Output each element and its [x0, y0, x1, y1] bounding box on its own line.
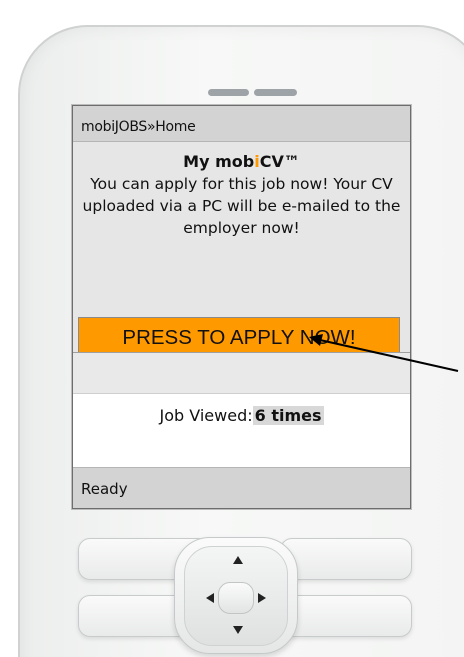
- status-text: Ready: [81, 480, 128, 498]
- arrow-right-icon[interactable]: [258, 593, 266, 603]
- mobicv-section: My mobiCV™ You can apply for this job no…: [73, 142, 410, 358]
- status-bar: Ready: [73, 467, 410, 508]
- job-viewed-counter: Job Viewed: 6 times: [73, 406, 410, 425]
- arrow-left-icon[interactable]: [206, 593, 214, 603]
- mobicv-title: My mobiCV™: [73, 152, 410, 171]
- soft-key-top-right[interactable]: [280, 538, 412, 580]
- arrow-up-icon[interactable]: [233, 556, 243, 564]
- mobicv-title-prefix: My mob: [183, 152, 255, 171]
- mobicv-title-suffix: CV™: [259, 152, 300, 171]
- navigation-pad[interactable]: [174, 537, 298, 654]
- soft-key-bottom-right[interactable]: [280, 595, 412, 637]
- apply-message: You can apply for this job now! Your CV …: [82, 175, 401, 237]
- phone-mockup-stage: mobiJOBS»Home My mobiCV™ You can apply f…: [0, 0, 464, 657]
- empty-info-bar: [73, 352, 410, 394]
- job-viewed-label: Job Viewed:: [159, 406, 253, 425]
- arrow-down-icon[interactable]: [233, 626, 243, 634]
- phone-screen: mobiJOBS»Home My mobiCV™ You can apply f…: [72, 105, 411, 509]
- browser-breadcrumb-bar: mobiJOBS»Home: [73, 106, 410, 142]
- views-count-badge: 6 times: [252, 406, 324, 425]
- breadcrumb[interactable]: mobiJOBS»Home: [81, 119, 196, 135]
- speaker-right: [254, 89, 297, 96]
- speaker-left: [208, 89, 249, 96]
- center-select-button[interactable]: [218, 582, 254, 614]
